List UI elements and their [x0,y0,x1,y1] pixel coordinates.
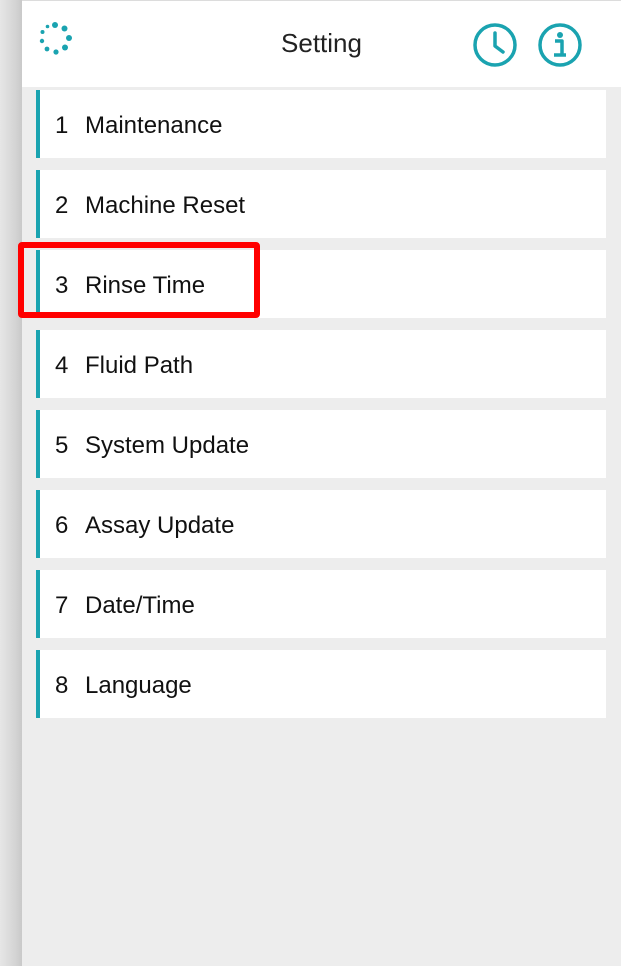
menu-item-label: Machine Reset [85,192,246,219]
menu-item-label: Rinse Time [85,272,206,299]
page-title: Setting [281,28,362,58]
header-bar: Setting [22,1,621,87]
menu-item-label: Assay Update [85,512,235,539]
settings-screen: Setting 1 Maintenance 2 Machine Reset 3 … [22,0,621,966]
info-icon[interactable] [537,22,583,68]
settings-menu-list: 1 Maintenance 2 Machine Reset 3 Rinse Ti… [36,90,606,730]
menu-item-number: 4 [55,352,69,379]
menu-item-assay-update[interactable]: 6 Assay Update [36,490,606,558]
menu-item-number: 6 [55,512,69,539]
menu-item-rinse-time[interactable]: 3 Rinse Time [36,250,606,318]
menu-item-maintenance[interactable]: 1 Maintenance [36,90,606,158]
menu-item-number: 8 [55,672,69,699]
menu-item-system-update[interactable]: 5 System Update [36,410,606,478]
menu-item-number: 1 [55,112,69,139]
menu-item-label: Maintenance [85,112,223,139]
menu-item-number: 2 [55,192,69,219]
menu-item-date-time[interactable]: 7 Date/Time [36,570,606,638]
left-shadow-gutter [0,0,22,966]
menu-item-number: 5 [55,432,69,459]
menu-item-label: Fluid Path [85,352,194,379]
menu-item-label: Date/Time [85,592,195,619]
menu-item-fluid-path[interactable]: 4 Fluid Path [36,330,606,398]
menu-item-machine-reset[interactable]: 2 Machine Reset [36,170,606,238]
menu-item-label: Language [85,672,192,699]
clock-icon[interactable] [472,22,518,68]
menu-item-number: 7 [55,592,69,619]
menu-item-language[interactable]: 8 Language [36,650,606,718]
menu-item-label: System Update [85,432,250,459]
menu-item-number: 3 [55,272,69,299]
